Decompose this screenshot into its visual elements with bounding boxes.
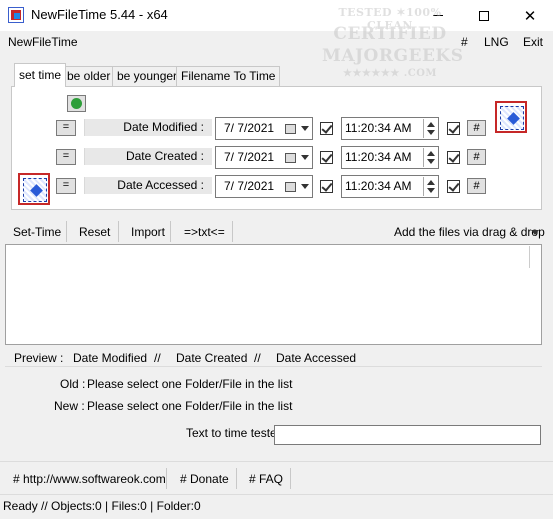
date-picker-modified[interactable]: 7/ 7/2021: [215, 117, 313, 140]
preview-label: Preview :: [14, 351, 64, 365]
set-time-button[interactable]: Set-Time: [13, 225, 61, 239]
bottom-divider: [0, 461, 553, 462]
new-label: New :: [54, 399, 85, 413]
chevron-down-icon: [301, 184, 309, 189]
link-separator: [290, 468, 291, 489]
spin-down-icon: [427, 159, 435, 164]
tab-be-older[interactable]: be older: [62, 66, 116, 86]
app-icon: [8, 7, 24, 23]
watermark-line-4: ★★★★★★ .COM: [343, 68, 437, 79]
time-picker-modified[interactable]: 11:20:34 AM: [341, 117, 439, 140]
majorgeeks-watermark: TESTED ✶100% CLEAN CERTIFIED MAJORGEEKS …: [322, 2, 464, 86]
label-date-accessed: Date Accessed :: [84, 177, 212, 194]
maximize-icon: [479, 10, 489, 21]
date-value-accessed: 7/ 7/2021: [224, 179, 275, 193]
preview-date-accessed: Date Accessed: [276, 351, 357, 365]
menu-hash[interactable]: #: [461, 35, 468, 49]
toolbar-separator: [118, 221, 119, 242]
menu-exit[interactable]: Exit: [523, 35, 543, 49]
tab-be-younger[interactable]: be younger: [112, 66, 183, 86]
label-date-created: Date Created :: [84, 148, 212, 165]
calendar-icon: [285, 124, 296, 134]
date-picker-created[interactable]: 7/ 7/2021: [215, 146, 313, 169]
watermark-line-2: CERTIFIED: [333, 24, 447, 44]
preview-separator: //: [154, 351, 161, 365]
date-picker-accessed[interactable]: 7/ 7/2021: [215, 175, 313, 198]
drag-drop-target-icon[interactable]: [495, 101, 527, 133]
checkbox-date-created[interactable]: [320, 151, 333, 164]
link-separator: [236, 468, 237, 489]
refresh-icon: [71, 98, 82, 109]
spin-down-icon: [427, 188, 435, 193]
tab-set-time[interactable]: set time: [14, 63, 67, 87]
date-value-modified: 7/ 7/2021: [224, 121, 275, 135]
window-title: NewFileTime 5.44 - x64: [31, 7, 168, 22]
time-spinner[interactable]: [423, 119, 437, 138]
list-scrollbar[interactable]: [529, 246, 530, 268]
maximize-button[interactable]: [461, 0, 507, 31]
hash-button-accessed[interactable]: #: [467, 178, 486, 194]
spin-up-icon: [427, 151, 435, 156]
watermark-line-3: MAJORGEEKS: [322, 46, 464, 66]
import-button[interactable]: Import: [131, 225, 165, 239]
reset-button[interactable]: Reset: [79, 225, 110, 239]
time-picker-accessed[interactable]: 11:20:34 AM: [341, 175, 439, 198]
donate-link[interactable]: # Donate: [180, 472, 229, 486]
equal-button-accessed[interactable]: =: [56, 178, 76, 194]
export-txt-button[interactable]: =>txt<=: [184, 225, 225, 239]
hash-button-created[interactable]: #: [467, 149, 486, 165]
file-list[interactable]: [5, 244, 542, 345]
time-value-accessed: 11:20:34 AM: [345, 179, 412, 193]
preview-separator: //: [254, 351, 261, 365]
refresh-button[interactable]: [67, 95, 86, 112]
checkbox-date-modified[interactable]: [320, 122, 333, 135]
menu-app[interactable]: NewFileTime: [8, 35, 78, 49]
checkbox-time-accessed[interactable]: [447, 180, 460, 193]
time-spinner[interactable]: [423, 177, 437, 196]
old-label: Old :: [60, 377, 86, 391]
spin-down-icon: [427, 130, 435, 135]
hash-button-modified[interactable]: #: [467, 120, 486, 136]
label-date-modified: Date Modified :: [84, 119, 212, 136]
spin-up-icon: [427, 180, 435, 185]
toolbar-separator: [170, 221, 171, 242]
equal-button-modified[interactable]: =: [56, 120, 76, 136]
close-icon: ✕: [523, 7, 537, 25]
checkbox-date-accessed[interactable]: [320, 180, 333, 193]
preview-date-created: Date Created: [176, 351, 248, 365]
time-value-created: 11:20:34 AM: [345, 150, 412, 164]
chevron-down-icon[interactable]: [531, 230, 539, 235]
drag-drop-target-icon[interactable]: [18, 173, 50, 205]
calendar-icon: [285, 153, 296, 163]
menu-language[interactable]: LNG: [484, 35, 509, 49]
equal-button-created[interactable]: =: [56, 149, 76, 165]
time-spinner[interactable]: [423, 148, 437, 167]
text-to-time-tester-input[interactable]: [274, 425, 541, 445]
status-bar: Ready // Objects:0 | Files:0 | Folder:0: [0, 494, 553, 519]
checkbox-time-created[interactable]: [447, 151, 460, 164]
checkbox-time-modified[interactable]: [447, 122, 460, 135]
tab-filename-to-time[interactable]: Filename To Time: [176, 66, 281, 86]
spin-up-icon: [427, 122, 435, 127]
tester-label: Text to time tester: [186, 426, 281, 440]
add-files-dropdown[interactable]: Add the files via drag & drop: [394, 225, 545, 239]
calendar-icon: [285, 182, 296, 192]
link-separator: [166, 468, 167, 489]
toolbar-separator: [66, 221, 67, 242]
website-link[interactable]: # http://www.softwareok.com: [13, 472, 166, 486]
preview-divider: [5, 366, 542, 367]
time-value-modified: 11:20:34 AM: [345, 121, 412, 135]
close-button[interactable]: ✕: [507, 0, 553, 31]
time-picker-created[interactable]: 11:20:34 AM: [341, 146, 439, 169]
preview-date-modified: Date Modified: [73, 351, 148, 365]
old-value: Please select one Folder/File in the lis…: [87, 377, 293, 391]
chevron-down-icon: [301, 126, 309, 131]
faq-link[interactable]: # FAQ: [249, 472, 283, 486]
toolbar-separator: [232, 221, 233, 242]
new-value: Please select one Folder/File in the lis…: [87, 399, 293, 413]
date-value-created: 7/ 7/2021: [224, 150, 275, 164]
chevron-down-icon: [301, 155, 309, 160]
